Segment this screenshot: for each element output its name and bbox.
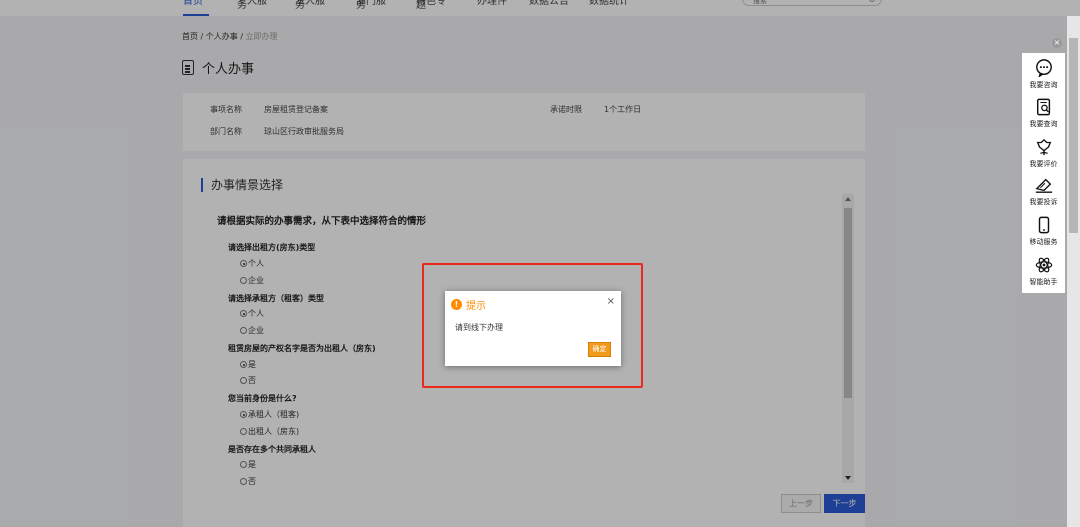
side-item-label: 智能助手 [1029, 278, 1058, 286]
search-doc-icon [1036, 98, 1050, 116]
side-item-assistant[interactable]: 智能助手 [1022, 253, 1065, 291]
side-item-label: 我要评价 [1029, 160, 1058, 168]
page-scroll-thumb[interactable] [1069, 38, 1078, 233]
dialog-title: 提示 [466, 301, 486, 312]
warning-icon: ! [451, 299, 462, 310]
page-scrollbar[interactable] [1067, 16, 1080, 527]
side-item-label: 我要查询 [1029, 120, 1058, 128]
dialog-message: 请到线下办理 [455, 323, 503, 332]
side-item-label: 移动服务 [1029, 238, 1058, 246]
side-item-evaluate[interactable]: 我要评价 [1022, 135, 1065, 173]
confirm-button[interactable]: 确定 [588, 342, 611, 357]
side-panel-close-icon[interactable]: × [1052, 38, 1062, 48]
atom-icon [1035, 257, 1052, 273]
chat-icon [1035, 59, 1052, 77]
side-item-label: 我要咨询 [1029, 81, 1058, 89]
pen-icon [1034, 178, 1052, 193]
dialog-header: ! 提示 [451, 297, 486, 312]
dialog-close-icon[interactable]: × [607, 296, 615, 307]
side-item-complain[interactable]: 我要投诉 [1022, 173, 1065, 211]
phone-icon [1038, 216, 1049, 234]
flower-icon [1036, 138, 1051, 156]
side-item-consult[interactable]: 我要咨询 [1022, 56, 1065, 94]
side-item-mobile[interactable]: 移动服务 [1022, 213, 1065, 251]
alert-dialog: ! 提示 × 请到线下办理 确定 [445, 291, 621, 366]
side-service-panel: 我要咨询 我要查询 我要评价 我要投诉 移动服务 智能助手 [1022, 53, 1065, 293]
side-item-label: 我要投诉 [1029, 198, 1058, 206]
side-item-query[interactable]: 我要查询 [1022, 95, 1065, 133]
